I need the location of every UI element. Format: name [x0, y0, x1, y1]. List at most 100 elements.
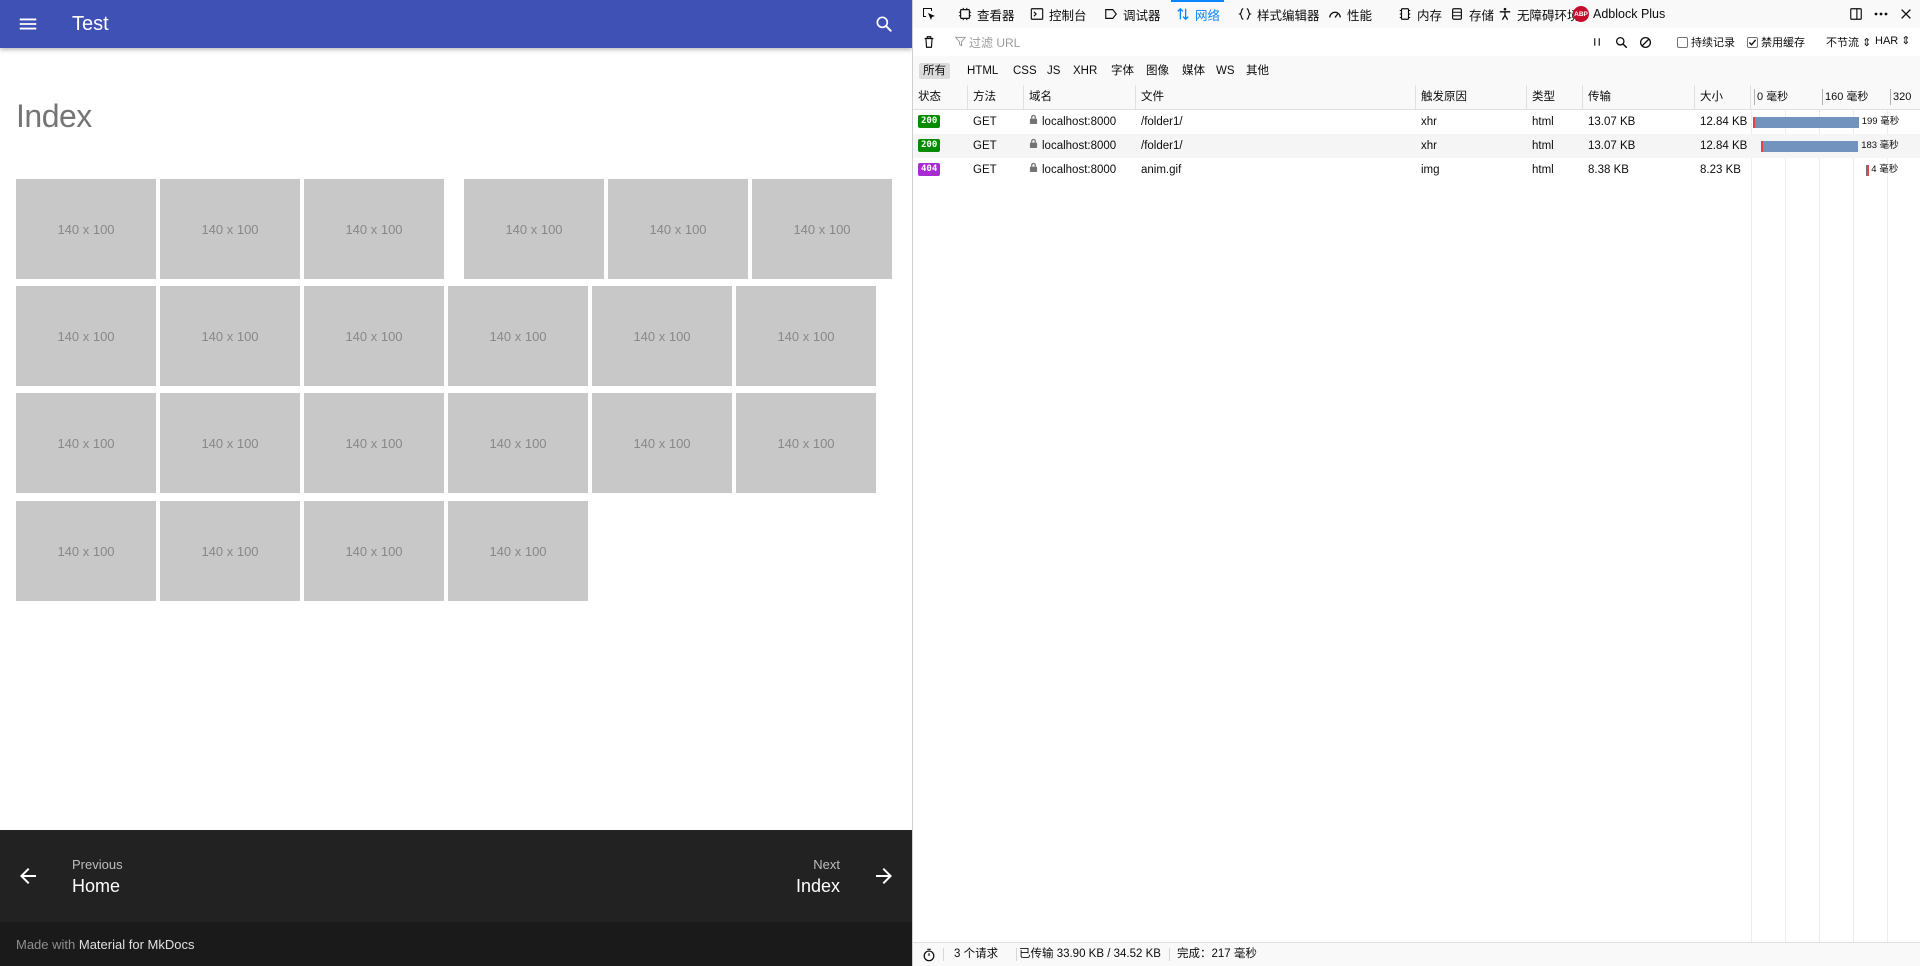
more-options-button[interactable]	[1873, 0, 1889, 28]
throttle-select[interactable]: 不节流 ⇕	[1826, 34, 1871, 50]
cell-size: 12.84 KB	[1700, 116, 1748, 128]
dock-side-button[interactable]	[1849, 0, 1863, 28]
made-with-text: Made with	[16, 937, 79, 952]
cell-type: html	[1532, 116, 1554, 128]
search-icon	[1615, 36, 1627, 48]
pause-button[interactable]	[1589, 34, 1605, 50]
site-header: Test	[0, 0, 912, 48]
previous-page-link[interactable]: Previous Home	[0, 830, 300, 922]
inspector-icon	[957, 6, 973, 22]
finish-time: 完成：217 毫秒	[1177, 948, 1257, 960]
placeholder-image: 140 x 100	[448, 393, 588, 493]
request-type-filters: 所有 HTML CSS JS XHR 字体 图像 媒体 WS 其他	[913, 56, 1920, 86]
menu-button[interactable]	[4, 0, 52, 48]
tab-style-editor[interactable]: 样式编辑器	[1237, 0, 1320, 28]
column-header[interactable]: 类型	[1527, 85, 1583, 109]
cell-type: html	[1532, 164, 1554, 176]
cell-cause: img	[1421, 164, 1440, 176]
type-filter-button[interactable]: 图像	[1142, 63, 1173, 79]
tab-memory[interactable]: 内存	[1397, 0, 1442, 28]
trash-icon	[924, 36, 934, 48]
type-filter-button[interactable]: 字体	[1107, 63, 1138, 79]
placeholder-image: 140 x 100	[608, 179, 748, 279]
element-picker-button[interactable]	[921, 0, 937, 28]
waterfall-bar	[1760, 141, 1859, 152]
placeholder-image: 140 x 100	[16, 286, 156, 386]
column-header[interactable]: 状态	[913, 85, 968, 109]
status-badge: 200	[918, 139, 941, 153]
close-devtools-button[interactable]	[1899, 0, 1913, 28]
tab-accessibility[interactable]: 无障碍环境	[1497, 0, 1580, 28]
previous-title: Home	[72, 876, 121, 896]
tab-label: 网络	[1195, 8, 1221, 23]
request-table-header: 状态 方法 域名 文件 触发原因 类型 传输 大小 0 毫秒 160 毫秒 320	[913, 85, 1920, 110]
tab-performance[interactable]: 性能	[1327, 0, 1372, 28]
cell-method: GET	[973, 140, 997, 152]
column-header[interactable]: 传输	[1583, 85, 1695, 109]
cell-size: 12.84 KB	[1700, 140, 1748, 152]
pause-icon	[1594, 38, 1600, 46]
tab-inspector[interactable]: 查看器	[957, 0, 1015, 28]
footer-meta: Made with Material for MkDocs	[0, 922, 912, 966]
placeholder-image: 140 x 100	[304, 179, 444, 279]
block-requests-button[interactable]	[1637, 34, 1653, 50]
column-header[interactable]: 域名	[1024, 85, 1136, 109]
tab-debugger[interactable]: 调试器	[1103, 0, 1161, 28]
disable-cache-checkbox[interactable]: 禁用缓存	[1747, 34, 1805, 50]
cell-file: anim.gif	[1141, 164, 1182, 176]
placeholder-image: 140 x 100	[448, 501, 588, 601]
type-filter-button[interactable]: 媒体	[1178, 63, 1209, 79]
cell-file: /folder1/	[1141, 140, 1183, 152]
clear-button[interactable]	[921, 34, 937, 50]
column-header[interactable]: 触发原因	[1416, 85, 1527, 109]
type-filter-button[interactable]: CSS	[1009, 63, 1041, 79]
placeholder-image: 140 x 100	[464, 179, 604, 279]
select-arrows-icon: ⇕	[1862, 37, 1872, 49]
type-filter-button[interactable]: JS	[1043, 63, 1064, 79]
cell-method: GET	[973, 164, 997, 176]
network-filter-bar: 持续记录 禁用缓存 不节流 ⇕ HAR ⇕	[913, 28, 1920, 57]
request-row[interactable]: 200 GET localhost:8000/folder1/xhr html 13.0…	[913, 134, 1920, 158]
tab-label: 内存	[1417, 8, 1443, 23]
adblock-plus-icon: ABP	[1573, 6, 1589, 22]
arrow-left-icon	[20, 868, 36, 884]
lock-icon	[1029, 110, 1038, 134]
type-filter-button[interactable]: WS	[1212, 63, 1239, 79]
har-label: HAR	[1875, 35, 1899, 47]
dock-side-icon	[1850, 8, 1862, 20]
column-header[interactable]: 大小	[1695, 85, 1751, 109]
column-header[interactable]: 文件	[1136, 85, 1416, 109]
type-filter-button[interactable]: HTML	[963, 63, 1002, 79]
material-mkdocs-link[interactable]: Material for MkDocs	[79, 937, 195, 952]
type-filter-button[interactable]: XHR	[1069, 63, 1101, 79]
persist-logs-checkbox[interactable]: 持续记录	[1677, 34, 1735, 50]
tab-network[interactable]: 网络	[1170, 0, 1225, 28]
har-menu[interactable]: HAR ⇕	[1875, 34, 1911, 47]
search-button[interactable]	[860, 0, 908, 48]
tab-storage[interactable]: 存储	[1449, 0, 1494, 28]
domain-text: localhost:8000	[1042, 140, 1117, 153]
column-header[interactable]: 方法	[968, 85, 1024, 109]
tab-console[interactable]: 控制台	[1029, 0, 1087, 28]
throttle-value: 不节流	[1826, 37, 1859, 49]
devtools-panel: 查看器 控制台 调试器 网络 样式编辑器 性能 内存 存储 无障碍环境 ABP Adblock Pl…	[912, 0, 1920, 966]
request-row[interactable]: 404 GET localhost:8000 anim.gif img html 8.38 …	[913, 158, 1920, 182]
filter-url-input[interactable]	[953, 33, 1591, 53]
next-page-link[interactable]: Next Index	[612, 830, 912, 922]
search-requests-button[interactable]	[1613, 34, 1629, 50]
performance-analysis-button[interactable]	[921, 947, 937, 963]
type-filter-button[interactable]: 其他	[1242, 63, 1273, 79]
waterfall-tick: 0 毫秒	[1753, 85, 1788, 109]
cell-type: html	[1532, 140, 1554, 152]
tab-adblock-plus[interactable]: ABP Adblock Plus	[1573, 0, 1665, 28]
waterfall-tick: 320	[1889, 85, 1911, 109]
storage-icon	[1449, 6, 1465, 22]
search-icon	[876, 16, 892, 32]
placeholder-image: 140 x 100	[752, 179, 892, 279]
type-filter-button[interactable]: 所有	[919, 63, 950, 79]
element-picker-icon	[923, 8, 935, 20]
request-row[interactable]: 200 GET localhost:8000/folder1/xhr html 13.0…	[913, 110, 1920, 134]
cell-transferred: 13.07 KB	[1588, 140, 1636, 152]
footer-nav: Previous Home Next Index	[0, 830, 912, 922]
domain-text: localhost:8000	[1042, 116, 1117, 129]
